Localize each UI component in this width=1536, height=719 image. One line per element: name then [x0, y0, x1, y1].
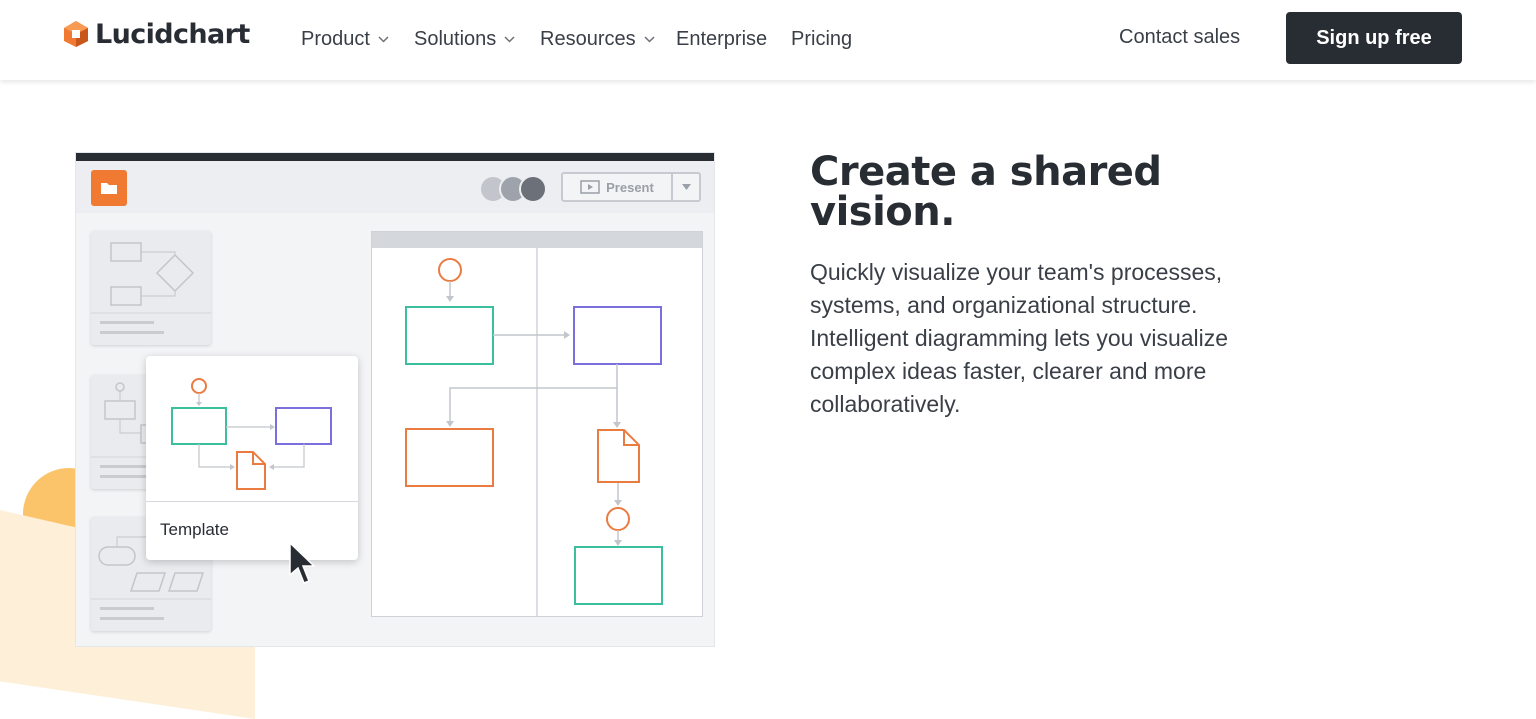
flowchart-thumbnail [91, 242, 211, 334]
nav-item-solutions[interactable]: Solutions [414, 26, 515, 52]
nav-label: Pricing [791, 27, 853, 50]
thumbnail-card [91, 231, 211, 345]
feature-headline: Create a shared vision. [810, 152, 1250, 232]
nav-label: Solutions [414, 27, 497, 50]
template-label: Template [160, 520, 229, 539]
present-label: Present [606, 179, 654, 195]
divider [146, 501, 358, 502]
dropdown-arrow-icon [681, 184, 691, 190]
lucidchart-cube-icon [64, 21, 88, 47]
folder-button [91, 170, 127, 206]
nav-item-enterprise[interactable]: Enterprise [676, 26, 767, 52]
nav-label: Enterprise [676, 27, 768, 50]
app-window-illustration: Present Template [75, 152, 715, 647]
lucidchart-logo[interactable]: Lucidchart [63, 18, 250, 50]
chevron-down-icon [378, 35, 389, 43]
nav-item-pricing[interactable]: Pricing [791, 26, 852, 52]
sign-up-free-button[interactable]: Sign up free [1286, 12, 1462, 64]
template-card: Template [146, 356, 358, 560]
folder-icon [101, 183, 117, 194]
diagram-canvas [371, 231, 703, 617]
brand-name: Lucidchart [95, 18, 250, 50]
nav-item-resources[interactable]: Resources [540, 26, 655, 52]
contact-sales-link[interactable]: Contact sales [1119, 26, 1240, 49]
mouse-pointer-icon [289, 541, 316, 584]
chevron-down-icon [644, 35, 655, 43]
play-icon [580, 180, 600, 194]
template-preview-diagram [171, 378, 332, 490]
nav-item-product[interactable]: Product [301, 26, 389, 52]
headline-line-2: vision. [810, 189, 955, 235]
chevron-down-icon [504, 35, 515, 43]
window-title-bar [76, 153, 714, 161]
swimlane-diagram [405, 248, 663, 616]
avatar [519, 175, 547, 203]
top-navigation-bar: Lucidchart Product Solutions Resources E… [0, 0, 1536, 80]
nav-label: Resources [540, 27, 636, 50]
feature-description: Quickly visualize your team's processes,… [810, 259, 1229, 417]
nav-label: Product [301, 27, 370, 50]
present-button: Present [561, 172, 701, 202]
